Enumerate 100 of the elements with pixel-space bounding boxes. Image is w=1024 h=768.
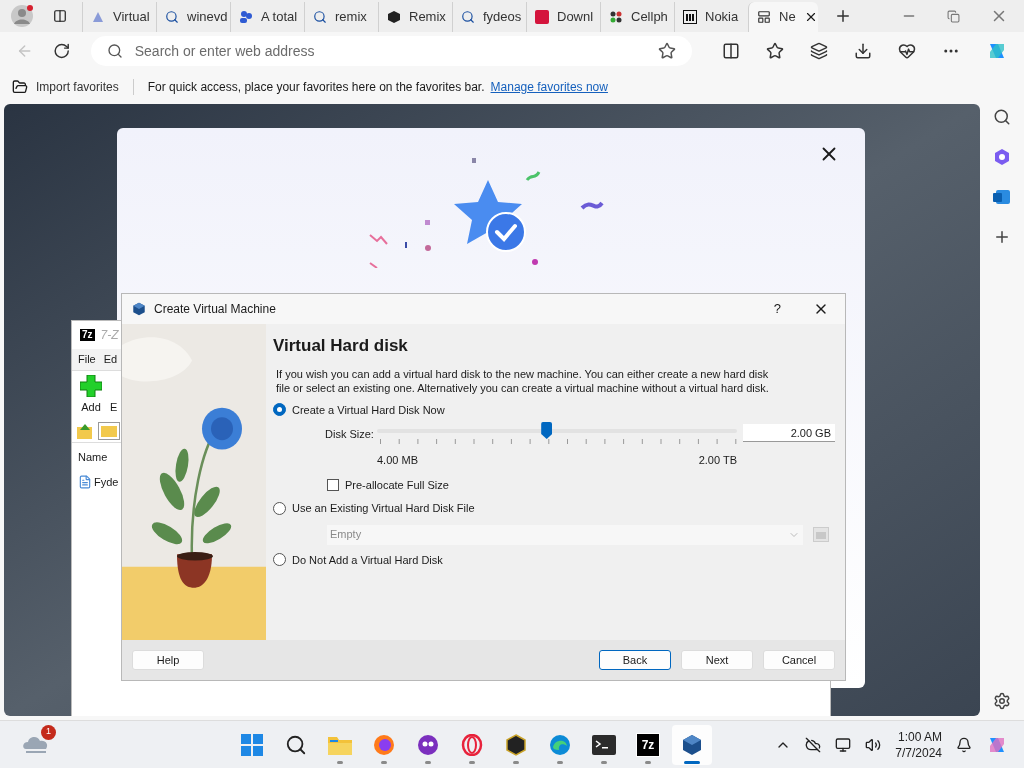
search-icon xyxy=(165,10,179,24)
search-icon xyxy=(461,10,475,24)
hexagon-icon[interactable] xyxy=(993,148,1011,166)
dialog-button[interactable]: Back xyxy=(599,650,671,670)
tab-title: Nokia xyxy=(705,8,739,27)
toolbar-label[interactable]: Add xyxy=(81,398,101,416)
radio-option[interactable]: Use an Existing Virtual Hard Disk File xyxy=(273,500,835,517)
fox-globe-icon xyxy=(373,733,395,756)
address-bar[interactable]: Search or enter web address xyxy=(90,36,692,66)
plus-icon xyxy=(80,374,102,397)
search-icon xyxy=(313,10,327,24)
restore-icon[interactable] xyxy=(947,9,960,23)
radio-button[interactable] xyxy=(273,501,286,515)
running-indicator xyxy=(645,760,651,764)
tab-title: remix xyxy=(335,8,367,27)
hexagon-icon xyxy=(505,733,527,756)
cloud-off-icon[interactable] xyxy=(805,736,822,753)
manage-favorites-link[interactable]: Manage favorites now xyxy=(490,78,608,96)
settings-icon[interactable] xyxy=(993,692,1011,710)
dialog-button[interactable]: Next xyxy=(681,650,753,670)
import-favorites-link[interactable]: Import favorites xyxy=(36,78,119,96)
weather-cloud-icon[interactable] xyxy=(22,734,50,755)
tab-title: A total xyxy=(261,8,298,27)
tab-title: Ne xyxy=(779,8,796,27)
tab-title: Remix xyxy=(409,8,446,27)
help-button[interactable]: ? xyxy=(773,299,781,319)
dots-icon xyxy=(609,10,623,24)
zip-logo-icon: 7z xyxy=(636,733,660,756)
menu-item[interactable]: File xyxy=(78,351,96,368)
radio-button[interactable] xyxy=(273,553,286,567)
menu-item[interactable]: Ed xyxy=(103,351,118,368)
notifications-icon[interactable] xyxy=(956,736,972,753)
clock[interactable]: 1:00 AM 7/7/2024 xyxy=(895,728,942,761)
radio-button[interactable] xyxy=(273,403,286,417)
file-name[interactable]: Fyde xyxy=(94,473,119,490)
tab-title: Cellph xyxy=(631,8,668,27)
radio-option[interactable]: Do Not Add a Virtual Hard Disk xyxy=(273,551,835,568)
window-icon xyxy=(757,10,771,24)
new-tab-icon[interactable] xyxy=(834,7,852,25)
dialog-button[interactable]: Cancel xyxy=(763,650,835,670)
page-icon xyxy=(91,10,105,24)
search-icon xyxy=(106,43,123,59)
zip-logo-icon: 7z xyxy=(80,329,95,341)
dialog-button[interactable]: Help xyxy=(132,650,204,670)
split-screen-icon[interactable] xyxy=(722,42,740,60)
windows-logo-icon xyxy=(241,733,263,756)
running-indicator xyxy=(601,760,607,764)
browser-tab[interactable]: Ne xyxy=(748,2,818,32)
toolbar-label[interactable]: E xyxy=(110,398,118,415)
tab-title: Downl xyxy=(557,8,594,27)
notification-badge: 1 xyxy=(41,724,56,740)
profile-avatar-icon[interactable] xyxy=(10,4,34,28)
add-icon[interactable] xyxy=(993,228,1011,246)
collections-icon[interactable] xyxy=(810,42,828,60)
running-indicator xyxy=(469,760,475,764)
tab-title: winevd xyxy=(187,8,228,27)
dialog-title: Create Virtual Machine xyxy=(154,301,276,318)
running-indicator xyxy=(557,760,563,764)
checkbox[interactable] xyxy=(327,478,339,491)
window-title: 7-Z xyxy=(100,327,119,344)
tab-title: fydeos xyxy=(483,8,522,27)
volume-icon[interactable] xyxy=(865,736,882,753)
brand-icon xyxy=(535,10,549,24)
search-icon[interactable] xyxy=(993,108,1011,126)
tab-actions-icon xyxy=(53,9,67,23)
ring-icon xyxy=(461,733,483,756)
slider-track[interactable] xyxy=(377,422,737,439)
network-icon[interactable] xyxy=(835,736,852,753)
mask-icon xyxy=(417,733,439,756)
field-label: Disk Size: xyxy=(325,427,375,442)
size-input[interactable]: 2.00 GB xyxy=(743,424,835,442)
min-size-label: 4.00 MB xyxy=(377,453,418,468)
description-text: If you wish you can add a virtual hard disk to the new machine. You can either create a new hard disk file or select an existing one. Alternatively you can create a virtual machine without a virtual hard disk. xyxy=(276,366,770,395)
refresh-icon[interactable] xyxy=(53,42,71,60)
cube-icon xyxy=(681,733,703,756)
taskbar-app[interactable] xyxy=(672,724,712,765)
search-icon xyxy=(285,733,307,756)
file-icon xyxy=(78,474,92,489)
taskbar-app[interactable]: 7z xyxy=(628,724,668,765)
terminal-icon xyxy=(592,734,616,755)
cube-icon xyxy=(387,10,401,24)
download-icon[interactable] xyxy=(854,42,872,60)
slider-thumb[interactable] xyxy=(541,422,553,439)
wave-circle-icon xyxy=(549,733,571,756)
folder-icon[interactable] xyxy=(98,421,120,440)
import-icon xyxy=(12,79,28,95)
running-indicator xyxy=(513,760,519,764)
favorite-star-icon[interactable] xyxy=(658,42,676,60)
radio-option[interactable]: Create a Virtual Hard Disk Now xyxy=(273,401,835,418)
folder-icon xyxy=(328,734,352,755)
running-indicator xyxy=(337,760,343,764)
checkbox-option[interactable]: Pre-allocate Full Size xyxy=(327,476,835,493)
mail-icon[interactable] xyxy=(993,188,1011,206)
favorites-bar-message: For quick access, place your favorites here on the favorites bar. xyxy=(147,79,485,96)
running-indicator xyxy=(425,760,431,764)
page-heading: Virtual Hard disk xyxy=(273,335,409,357)
cube-icon xyxy=(132,302,146,316)
max-size-label: 2.00 TB xyxy=(698,453,737,468)
heart-pulse-icon[interactable] xyxy=(898,42,916,60)
favorites-icon[interactable] xyxy=(766,42,784,60)
